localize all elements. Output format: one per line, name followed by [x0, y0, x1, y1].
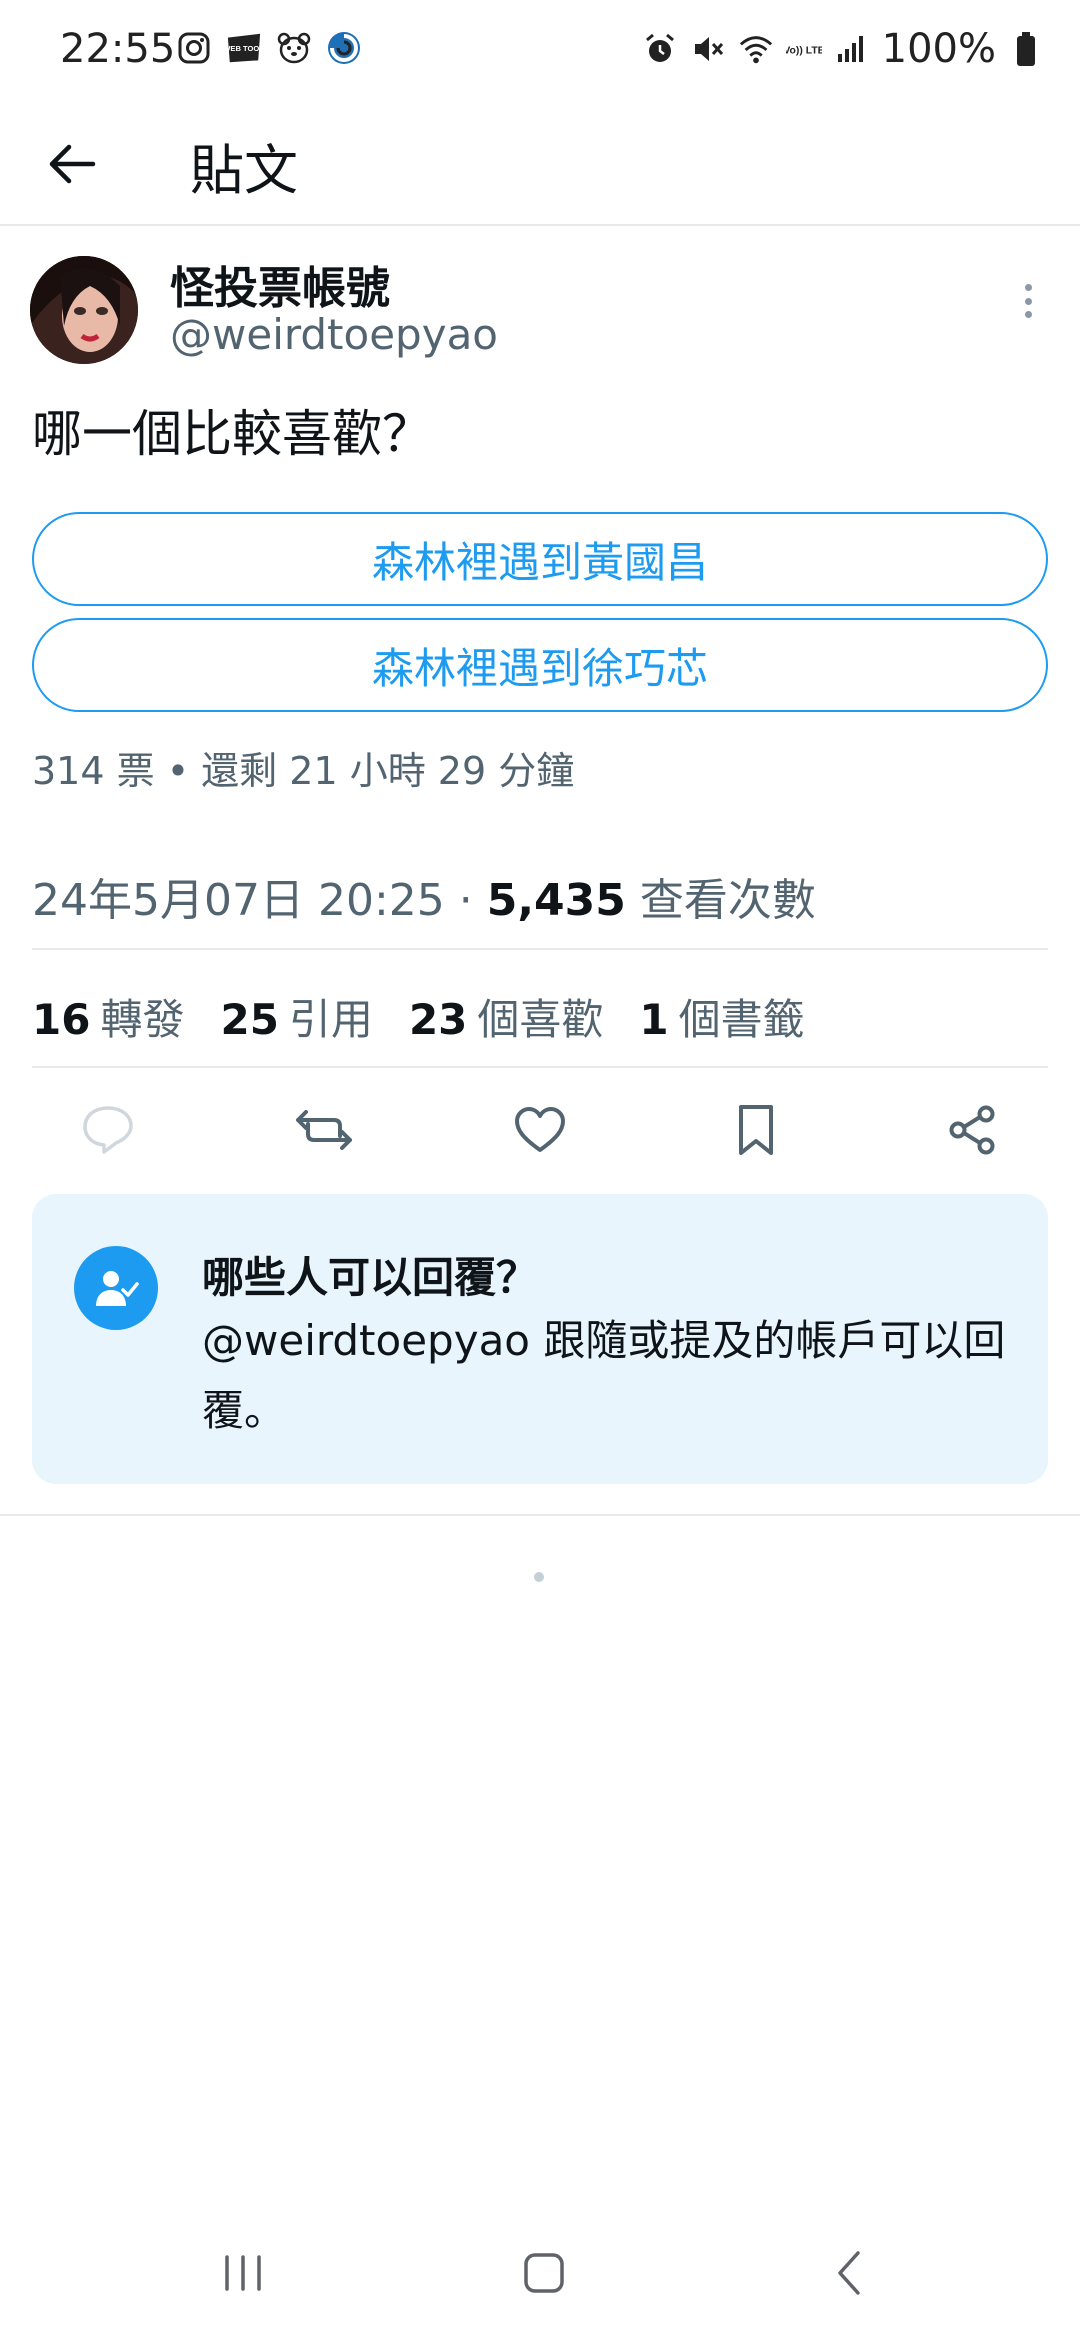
reply-icon: [83, 1106, 133, 1154]
recent-apps-button[interactable]: [203, 2238, 283, 2308]
heart-icon: [515, 1107, 565, 1152]
status-left-icons: WEB TOON: [176, 30, 362, 66]
views-label: 查看次數: [625, 875, 816, 926]
tweet-actions: [0, 1090, 1080, 1170]
more-dot: [1024, 284, 1032, 291]
arrow-left-icon: [49, 144, 96, 184]
bookmark-button[interactable]: [716, 1090, 796, 1170]
reply-restriction-body: @weirdtoepyao 跟隨或提及的帳戶可以回覆。: [202, 1316, 1006, 1435]
like-button[interactable]: [500, 1090, 580, 1170]
poll-meta: 314 票 • 還剩 21 小時 29 分鐘: [32, 749, 575, 793]
wifi-icon: [738, 31, 774, 67]
status-right-icons: Vo)) LTE 100%: [642, 26, 1044, 72]
engagement-stats: 16 轉發 25 引用 23 個喜歡 1 個書籤: [32, 986, 805, 1047]
person-check-icon: [74, 1246, 158, 1330]
stat-retweets[interactable]: 16 轉發: [32, 986, 184, 1047]
stat-number: 23: [408, 995, 468, 1044]
tweet-text: 哪一個比較喜歡？: [32, 405, 432, 463]
reply-restriction-title: 哪些人可以回覆？: [202, 1253, 539, 1302]
timestamp-text: 24年5月07日 20:25 ·: [32, 875, 487, 926]
stat-bookmarks[interactable]: 1 個書籤: [639, 986, 804, 1047]
loading-indicator: [534, 1572, 544, 1582]
more-options-button[interactable]: [1010, 278, 1046, 324]
chevron-left-icon: [838, 2251, 860, 2295]
mute-icon: [690, 31, 726, 67]
divider: [32, 1066, 1048, 1068]
display-name[interactable]: 怪投票帳號: [170, 252, 390, 316]
share-icon: [949, 1105, 995, 1155]
more-dot: [1024, 311, 1032, 318]
top-app-bar: 貼文: [0, 100, 1080, 226]
more-dot: [1024, 297, 1032, 305]
status-time: 22:55: [60, 26, 176, 72]
tweet-timestamp: 24年5月07日 20:25 · 5,435 查看次數: [32, 864, 816, 928]
volte-text: Vo)) LTE: [786, 46, 822, 57]
volte-icon: Vo)) LTE: [786, 31, 822, 67]
back-button[interactable]: [36, 128, 108, 200]
share-button[interactable]: [932, 1090, 1012, 1170]
retweet-icon: [296, 1110, 352, 1150]
swirl-app-icon: [326, 30, 362, 66]
stat-label: 轉發: [100, 995, 185, 1044]
system-back-button[interactable]: [810, 2238, 890, 2308]
stat-likes[interactable]: 23 個喜歡: [409, 986, 603, 1047]
reply-restriction-card: 哪些人可以回覆？ @weirdtoepyao 跟隨或提及的帳戶可以回覆。: [32, 1194, 1048, 1484]
status-bar: 22:55 WEB TOON Vo)) LTE 100%: [0, 0, 1080, 100]
stat-number: 16: [32, 995, 91, 1044]
system-navigation-bar: [0, 2200, 1080, 2340]
stat-quotes[interactable]: 25 引用: [220, 986, 372, 1047]
signal-icon: [834, 31, 870, 67]
stat-label: 個喜歡: [477, 995, 604, 1044]
reply-button[interactable]: [68, 1090, 148, 1170]
views-count: 5,435: [486, 875, 626, 926]
instagram-icon: [176, 30, 212, 66]
avatar[interactable]: [30, 256, 138, 364]
home-icon: [524, 2253, 564, 2293]
stat-label: 個書籤: [678, 995, 805, 1044]
stat-label: 引用: [288, 995, 373, 1044]
alarm-icon: [642, 31, 678, 67]
poll-option-2[interactable]: 森林裡遇到徐巧芯: [32, 618, 1048, 712]
divider: [32, 948, 1048, 950]
user-handle[interactable]: @weirdtoepyao: [170, 310, 498, 359]
recent-apps-icon: [225, 2255, 261, 2291]
webtoon-icon: WEB TOON: [226, 30, 262, 66]
battery-icon: [1008, 31, 1044, 67]
divider: [0, 1514, 1080, 1516]
stat-number: 1: [639, 995, 669, 1044]
battery-percent: 100%: [881, 26, 996, 72]
webtoon-text: WEB TOON: [226, 44, 262, 53]
home-button[interactable]: [504, 2238, 584, 2308]
page-title: 貼文: [190, 139, 298, 202]
bookmark-icon: [739, 1105, 773, 1155]
poll-option-1[interactable]: 森林裡遇到黃國昌: [32, 512, 1048, 606]
retweet-button[interactable]: [284, 1090, 364, 1170]
bear-app-icon: [276, 30, 312, 66]
stat-number: 25: [220, 995, 279, 1044]
